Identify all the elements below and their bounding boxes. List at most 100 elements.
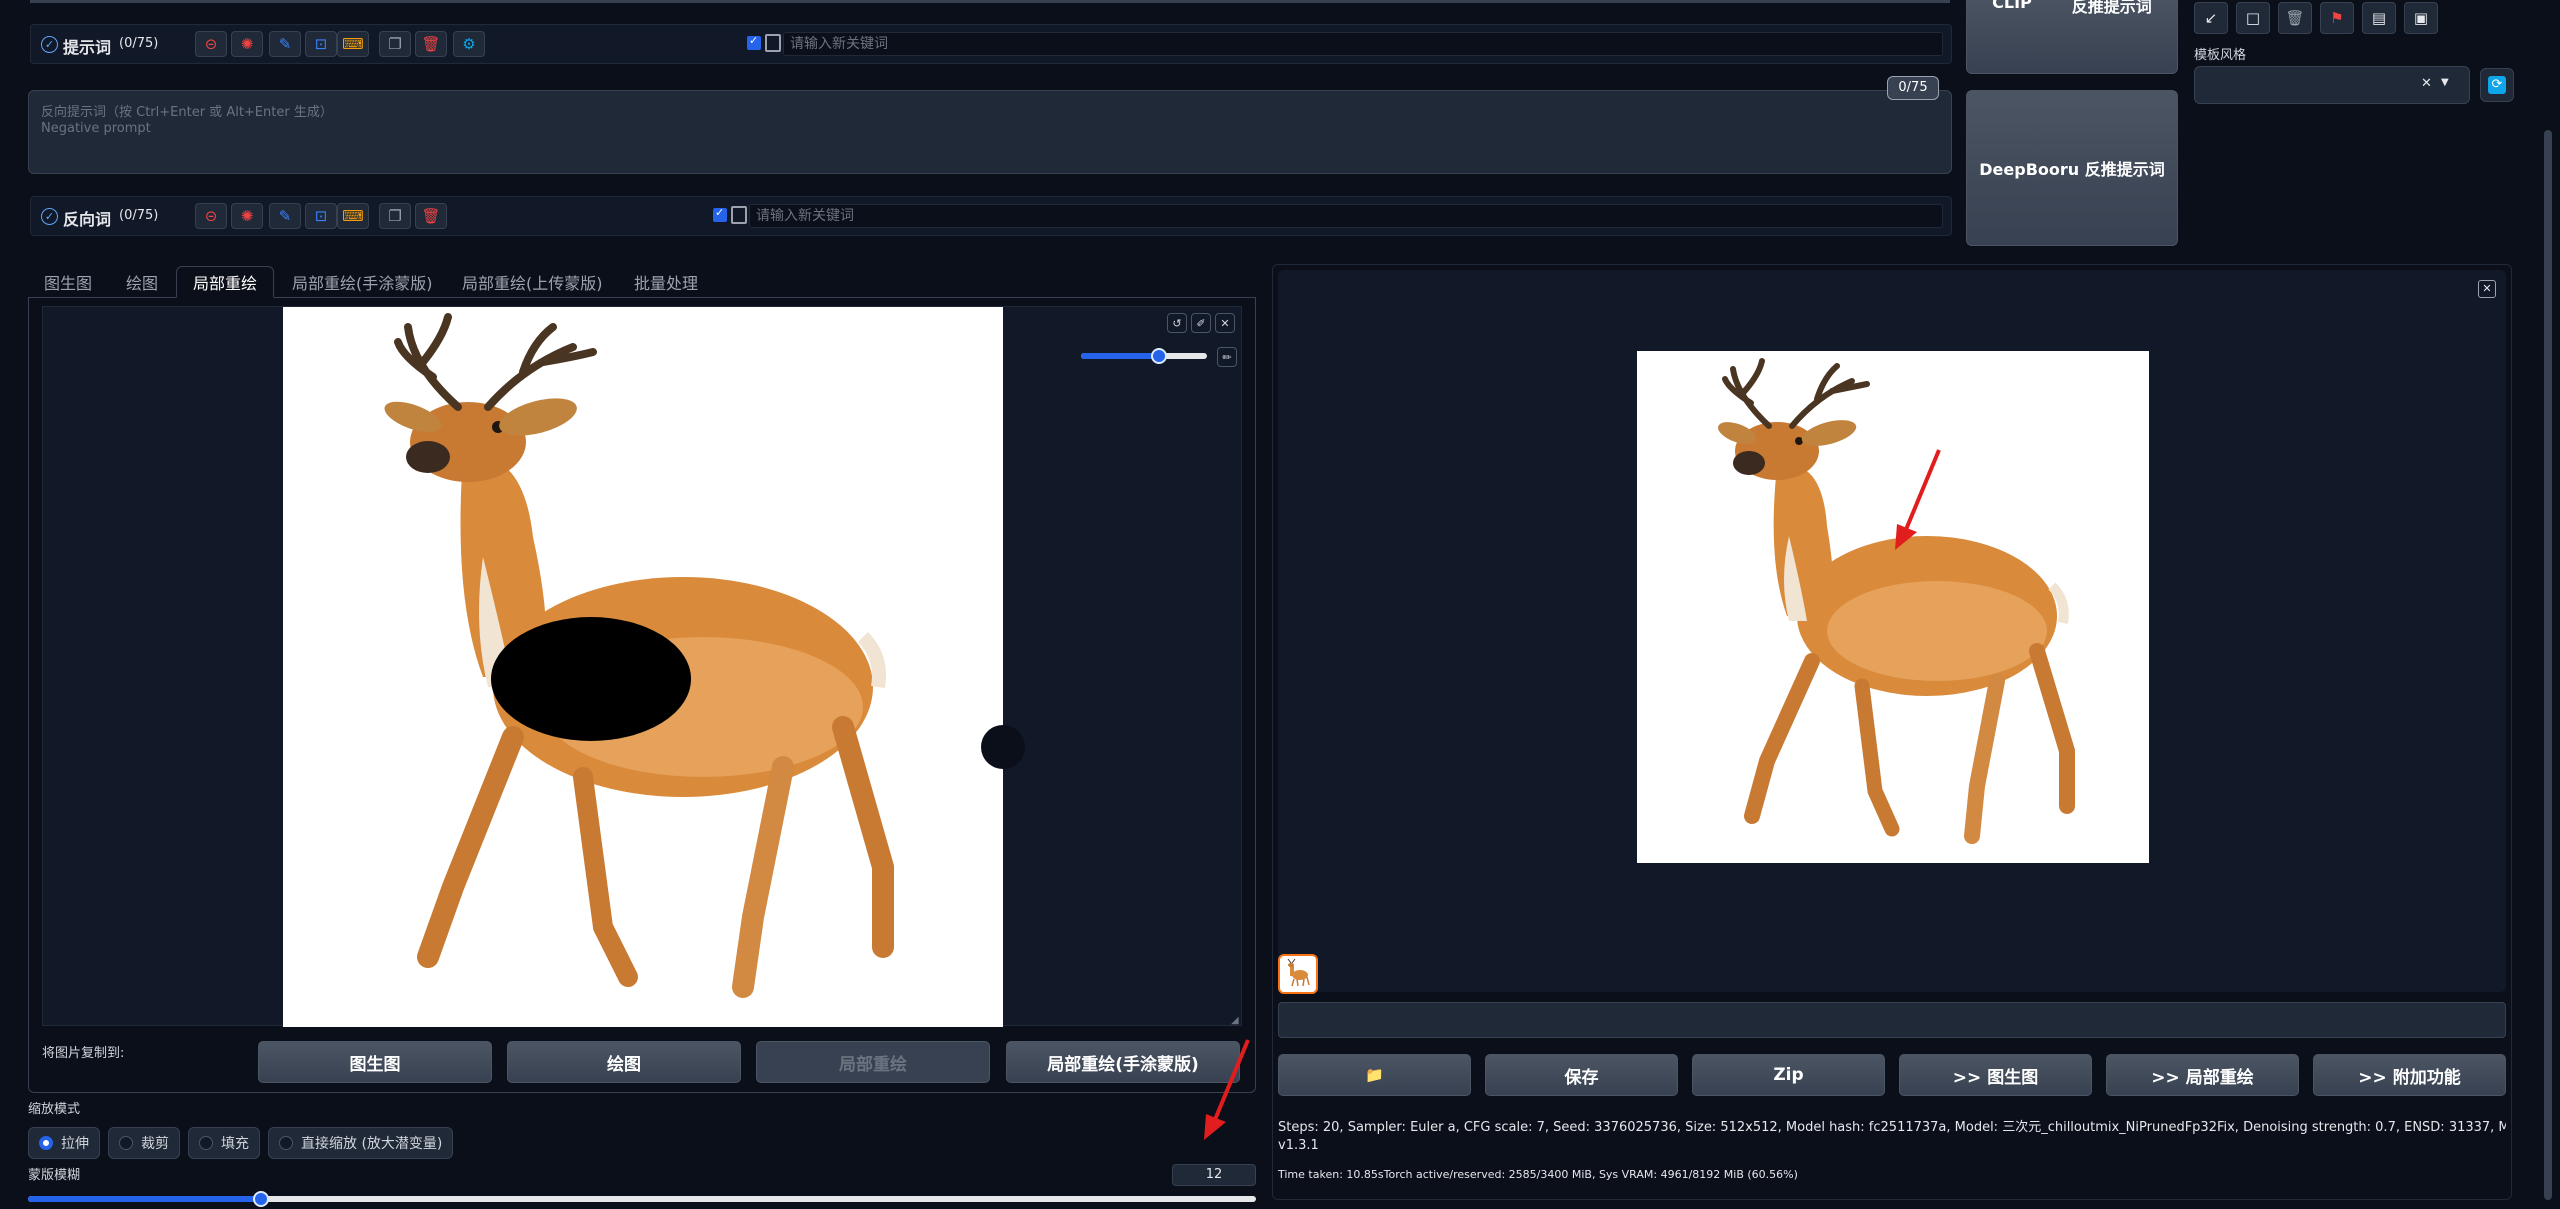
bookmark-icon[interactable]: ⊡ xyxy=(305,203,337,229)
translate-icon[interactable]: ⌨ xyxy=(337,203,369,229)
prompt-count: (0/75) xyxy=(119,36,159,51)
top-divider xyxy=(30,0,1950,3)
negative-placeholder-1: 反向提示词（按 Ctrl+Enter 或 Alt+Enter 生成） xyxy=(41,105,333,120)
edit-icon[interactable]: ✎ xyxy=(269,203,301,229)
mask-blur-value-input[interactable]: 12 xyxy=(1172,1164,1256,1186)
negative-label: 反向词 xyxy=(63,210,112,229)
deer-image xyxy=(384,313,894,998)
prompt-label: 提示词 xyxy=(63,38,112,57)
clear-icon[interactable]: ⊝ xyxy=(195,31,227,57)
folder-icon: 📁 xyxy=(1365,1066,1384,1084)
radio-icon xyxy=(279,1136,293,1150)
collapse-icon[interactable]: ✓ xyxy=(41,208,58,225)
tab-batch[interactable]: 批量处理 xyxy=(618,266,714,298)
canvas-image[interactable] xyxy=(283,307,1003,1027)
output-image[interactable] xyxy=(1637,351,2149,863)
negative-placeholder-2: Negative prompt xyxy=(41,121,151,136)
clip-interrogate-button[interactable]: CLIP 反推提示词 xyxy=(1966,0,2178,74)
copy-icon[interactable]: ❐ xyxy=(379,31,411,57)
output-text-box[interactable] xyxy=(1278,1002,2506,1038)
flag-icon[interactable]: ⚑ xyxy=(2320,2,2354,34)
keyword-input[interactable]: 请输入新关键词 xyxy=(749,204,1943,228)
copy-to-sketch-button[interactable]: 绘图 xyxy=(507,1041,741,1083)
inpaint-canvas[interactable]: ↺ ✐ ✕ ✏ ◢ xyxy=(42,306,1242,1027)
negative-prompt-textarea[interactable]: 反向提示词（按 Ctrl+Enter 或 Alt+Enter 生成） Negat… xyxy=(28,90,1952,174)
keyword-input[interactable]: 请输入新关键词 xyxy=(783,32,1943,56)
open-folder-button[interactable]: 📁 xyxy=(1278,1054,1471,1096)
clear-icon[interactable]: ⊝ xyxy=(195,203,227,229)
eraser-icon[interactable]: ✐ xyxy=(1191,313,1211,333)
collapse-icon[interactable]: ✓ xyxy=(41,36,58,53)
tab-inpaint-upload[interactable]: 局部重绘(上传蒙版) xyxy=(446,266,619,298)
negative-row: ✓ 反向词 (0/75) ⊝ ✺ ✎ ⊡ ⌨ ❐ 🗑 请输入新关键词 xyxy=(30,196,1952,236)
send-to-inpaint-button[interactable]: >> 局部重绘 xyxy=(2106,1054,2299,1096)
mask-blur-slider[interactable] xyxy=(28,1191,1256,1207)
token-counter: 0/75 xyxy=(1887,76,1939,100)
brush-size-slider[interactable] xyxy=(1081,348,1207,364)
trash-icon[interactable]: 🗑 xyxy=(415,31,447,57)
refresh-button[interactable]: ⟳ xyxy=(2480,68,2514,102)
radio-icon xyxy=(119,1136,133,1150)
copy-icon[interactable]: ❐ xyxy=(379,203,411,229)
brush-size-fill xyxy=(1081,353,1160,359)
tab-img2img[interactable]: 图生图 xyxy=(28,266,108,298)
generation-info-line1: Steps: 20, Sampler: Euler a, CFG scale: … xyxy=(1278,1120,2506,1135)
save-button[interactable]: 保存 xyxy=(1485,1054,1678,1096)
output-thumbnail[interactable] xyxy=(1278,954,1318,994)
save-icon[interactable]: ▣ xyxy=(2404,2,2438,34)
resize-option-fill[interactable]: 填充 xyxy=(188,1127,260,1159)
checkbox[interactable] xyxy=(747,34,761,50)
bookmark-icon[interactable]: ⊡ xyxy=(305,31,337,57)
send-to-img2img-button[interactable]: >> 图生图 xyxy=(1899,1054,2092,1096)
edit-icon[interactable]: ✎ xyxy=(269,31,301,57)
resize-option-stretch[interactable]: 拉伸 xyxy=(28,1127,100,1159)
tab-inpaint[interactable]: 局部重绘 xyxy=(176,266,275,298)
mask-blur-label: 蒙版模糊 xyxy=(28,1168,81,1183)
annotation-arrow-icon xyxy=(1204,1039,1250,1140)
close-icon[interactable]: ✕ xyxy=(2478,280,2496,298)
page-scrollbar[interactable] xyxy=(2544,130,2552,1200)
send-to-extras-button[interactable]: >> 附加功能 xyxy=(2313,1054,2506,1096)
copy-to-inpaint-button[interactable]: 局部重绘 xyxy=(756,1041,990,1083)
annotation-arrow-icon xyxy=(1895,449,1941,550)
mask-blur-fill xyxy=(28,1196,262,1202)
style-dropdown[interactable]: ✕ ▼ xyxy=(2194,66,2470,104)
generation-info-line2: v1.3.1 xyxy=(1278,1138,1319,1153)
radio-icon xyxy=(199,1136,213,1150)
deepbooru-button[interactable]: DeepBooru 反推提示词 xyxy=(1966,90,2178,246)
arrow-icon[interactable]: ↙ xyxy=(2194,2,2228,34)
clear-icon[interactable]: ✕ xyxy=(2421,76,2432,91)
trash-icon[interactable]: 🗑 xyxy=(2278,2,2312,34)
square-icon[interactable]: □ xyxy=(2236,2,2270,34)
toggle-icon[interactable] xyxy=(765,34,781,52)
resize-handle-icon[interactable]: ◢ xyxy=(1231,1015,1239,1026)
close-icon[interactable]: ✕ xyxy=(1215,313,1235,333)
gear-icon[interactable]: ⚙ xyxy=(453,31,485,57)
zip-button[interactable]: Zip xyxy=(1692,1054,1885,1096)
trash-icon[interactable]: 🗑 xyxy=(415,203,447,229)
deer-thumbnail-icon xyxy=(1287,958,1310,987)
prompt-row: ✓ 提示词 (0/75) ⊝ ✺ ✎ ⊡ ⌨ ❐ 🗑 ⚙ 请输入新关键词 xyxy=(30,24,1952,64)
resize-option-crop[interactable]: 裁剪 xyxy=(108,1127,180,1159)
brush-size-thumb[interactable] xyxy=(1151,348,1168,364)
negative-count: (0/75) xyxy=(119,208,159,223)
tab-inpaint-sketch[interactable]: 局部重绘(手涂蒙版) xyxy=(276,266,449,298)
mask-blur-thumb[interactable] xyxy=(253,1191,270,1207)
brush-icon[interactable]: ✏ xyxy=(1217,347,1237,367)
resize-mode-label: 缩放模式 xyxy=(28,1102,81,1117)
settings-red-icon[interactable]: ✺ xyxy=(231,31,263,57)
tab-sketch[interactable]: 绘图 xyxy=(110,266,174,298)
clipboard-icon[interactable]: ▤ xyxy=(2362,2,2396,34)
checkbox[interactable] xyxy=(713,206,727,222)
undo-icon[interactable]: ↺ xyxy=(1167,313,1187,333)
resize-option-latent[interactable]: 直接缩放 (放大潜变量) xyxy=(268,1127,454,1159)
translate-icon[interactable]: ⌨ xyxy=(337,31,369,57)
toggle-icon[interactable] xyxy=(731,206,747,224)
settings-red-icon[interactable]: ✺ xyxy=(231,203,263,229)
radio-icon xyxy=(39,1136,53,1150)
copy-to-label: 将图片复制到: xyxy=(42,1046,125,1061)
canvas-handle[interactable] xyxy=(981,725,1025,769)
copy-to-img2img-button[interactable]: 图生图 xyxy=(258,1041,492,1083)
deer-output-image xyxy=(1717,358,2075,844)
chevron-down-icon: ▼ xyxy=(2441,77,2449,88)
